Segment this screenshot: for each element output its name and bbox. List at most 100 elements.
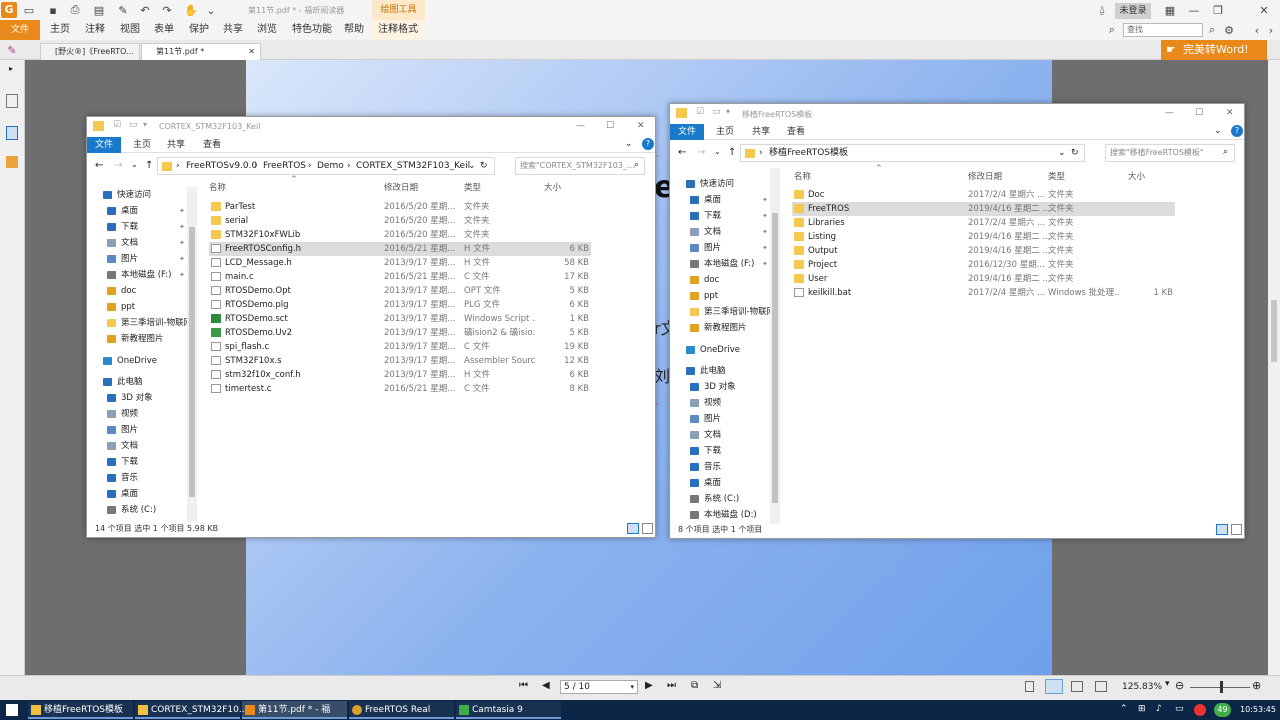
nav-item[interactable]: 下载	[107, 454, 197, 470]
properties-icon[interactable]: ☑	[113, 120, 121, 130]
export-icon[interactable]: ⇲	[713, 680, 721, 691]
file-row[interactable]: RTOSDemo.Uv2 2013/9/17 星期... 礦ision2 & 礦is…	[209, 326, 591, 340]
hand-tool-icon[interactable]: ✋	[184, 3, 198, 17]
drawing-tools-context-tab[interactable]: 绘图工具	[372, 0, 425, 20]
nav-item[interactable]: 下载	[690, 443, 780, 459]
nav-item[interactable]: 图片 ✦	[690, 240, 780, 256]
nav-item[interactable]: 桌面	[690, 475, 780, 491]
file-row[interactable]: serial 2016/5/20 星期... 文件夹	[209, 214, 591, 228]
maximize-icon[interactable]: ☐	[1195, 108, 1203, 118]
nav-item[interactable]: 3D 对象	[690, 379, 780, 395]
dropdown-icon[interactable]: ▾	[143, 120, 147, 129]
nav-item[interactable]: OneDrive	[686, 342, 776, 358]
ribbon-share-tab[interactable]: 共享	[167, 137, 185, 153]
two-page-icon[interactable]	[1071, 681, 1083, 692]
nav-item[interactable]: 文档	[690, 427, 780, 443]
file-row[interactable]: LCD_Message.h 2013/9/17 星期... H 文件 58 KB	[209, 256, 591, 270]
continuous-page-icon[interactable]	[1045, 679, 1063, 694]
customize-icon[interactable]: ⌄	[204, 3, 218, 17]
file-row[interactable]: Project 2016/12/30 星期... 文件夹	[792, 258, 1175, 272]
nav-item[interactable]: 本地磁盘 (F:) ✦	[690, 256, 780, 272]
up-arrow-icon[interactable]: ↑	[728, 147, 736, 158]
undo-icon[interactable]: ↶	[138, 3, 152, 17]
nav-item[interactable]: 桌面 ✦	[690, 192, 780, 208]
pin-icon[interactable]: ✦	[762, 208, 768, 224]
nav-item[interactable]: 音乐	[107, 470, 197, 486]
tray-badge[interactable]: 49	[1214, 703, 1231, 717]
nav-scrollbar[interactable]	[187, 187, 197, 522]
search-icon[interactable]: ⌕	[1205, 23, 1219, 37]
nav-item[interactable]: ppt	[690, 288, 780, 304]
chevron-down-icon[interactable]: ⌄	[468, 158, 476, 174]
file-row[interactable]: RTOSDemo.plg 2013/9/17 星期... PLG 文件 6 KB	[209, 298, 591, 312]
redo-icon[interactable]: ↷	[160, 3, 174, 17]
search-icon[interactable]: ⌕	[634, 160, 639, 170]
prev-page-icon[interactable]: ◀	[542, 680, 550, 691]
breadcrumb-item[interactable]: FreeRTOS	[263, 158, 306, 174]
column-header-size[interactable]: 大小	[1128, 170, 1145, 182]
edit-icon[interactable]: ✎	[5, 43, 19, 57]
scan-icon[interactable]: ▤	[92, 3, 106, 17]
breadcrumb-item[interactable]: CORTEX_STM32F103_Keil	[356, 158, 470, 174]
refresh-icon[interactable]: ↻	[1071, 145, 1079, 161]
clock[interactable]: 10:53:45	[1240, 705, 1276, 714]
pin-icon[interactable]: ✦	[762, 240, 768, 256]
login-button[interactable]: 未登录	[1115, 3, 1151, 19]
dropdown-icon[interactable]: ▾	[726, 107, 730, 116]
nav-item[interactable]: ppt	[107, 299, 197, 315]
comments-icon[interactable]	[6, 156, 18, 168]
tab-freertos-book[interactable]: [野火®]《FreeRTO...	[40, 43, 140, 60]
file-row[interactable]: Output 2019/4/16 星期二 ... 文件夹	[792, 244, 1175, 258]
column-header-date[interactable]: 修改日期	[384, 181, 418, 193]
scrollbar-thumb[interactable]	[1271, 300, 1277, 362]
layout-icon[interactable]: ▦	[1163, 3, 1177, 17]
file-row[interactable]: Listing 2019/4/16 星期二 ... 文件夹	[792, 230, 1175, 244]
pin-icon[interactable]: ✦	[762, 256, 768, 272]
taskbar-item-chrome[interactable]: FreeRTOS Real Tim...	[349, 701, 454, 719]
network-icon[interactable]: ⊞	[1138, 704, 1146, 714]
nav-item[interactable]: 图片	[690, 411, 780, 427]
nav-item[interactable]: 系统 (C:)	[690, 491, 780, 507]
expand-panel-icon[interactable]: ▸	[9, 64, 13, 73]
single-page-icon[interactable]	[1025, 681, 1034, 692]
large-icons-view-icon[interactable]	[642, 523, 653, 534]
pin-icon[interactable]: ✦	[179, 267, 185, 283]
battery-icon[interactable]: ▭	[1175, 704, 1184, 714]
nav-item[interactable]: 下载 ✦	[690, 208, 780, 224]
nav-item[interactable]: doc	[107, 283, 197, 299]
nav-item[interactable]: 视频	[107, 406, 197, 422]
file-row[interactable]: STM32F10xFWLib 2016/5/20 星期... 文件夹	[209, 228, 591, 242]
file-row[interactable]: FreeTROS 2019/4/16 星期二 ... 文件夹	[792, 202, 1175, 216]
nav-item[interactable]: 视频	[690, 395, 780, 411]
save-icon[interactable]: ▪	[46, 3, 60, 17]
help-icon[interactable]: ?	[642, 138, 654, 150]
nav-item[interactable]: 下载 ✦	[107, 219, 197, 235]
forward-arrow-icon[interactable]: →	[697, 147, 705, 158]
back-arrow-icon[interactable]: ←	[678, 147, 686, 158]
menu-share[interactable]: 共享	[223, 20, 243, 40]
back-icon[interactable]: ‹	[1250, 23, 1264, 37]
security-icon[interactable]	[1194, 704, 1206, 716]
nav-item[interactable]: 音乐	[690, 459, 780, 475]
recent-dropdown-icon[interactable]: ⌄	[714, 147, 721, 156]
breadcrumb-item[interactable]: 移植FreeRTOS模板	[769, 145, 848, 161]
ribbon-view-tab[interactable]: 查看	[203, 137, 221, 153]
forward-icon[interactable]: ›	[1264, 23, 1278, 37]
layers-icon[interactable]	[6, 126, 18, 140]
file-row[interactable]: RTOSDemo.Opt 2013/9/17 星期... OPT 文件 5 KB	[209, 284, 591, 298]
pin-icon[interactable]: ✦	[179, 235, 185, 251]
tray-expand-icon[interactable]: ⌃	[1120, 704, 1128, 714]
nav-item[interactable]: 图片 ✦	[107, 251, 197, 267]
large-icons-view-icon[interactable]	[1231, 524, 1242, 535]
ribbon-share-tab[interactable]: 共享	[752, 124, 770, 140]
nav-item[interactable]: 本地磁盘 (D:)	[690, 507, 780, 523]
two-page-continuous-icon[interactable]	[1095, 681, 1107, 692]
column-header-name[interactable]: 名称	[794, 170, 811, 182]
taskbar-item-foxit[interactable]: 第11节.pdf * - 福昕...	[242, 701, 347, 719]
restore-icon[interactable]: ❐	[1211, 3, 1225, 17]
pin-icon[interactable]: ✦	[762, 192, 768, 208]
nav-item[interactable]: 文档 ✦	[107, 235, 197, 251]
refresh-icon[interactable]: ↻	[480, 158, 488, 174]
bookmark-icon[interactable]: ✎	[116, 3, 130, 17]
column-header-type[interactable]: 类型	[1048, 170, 1065, 182]
